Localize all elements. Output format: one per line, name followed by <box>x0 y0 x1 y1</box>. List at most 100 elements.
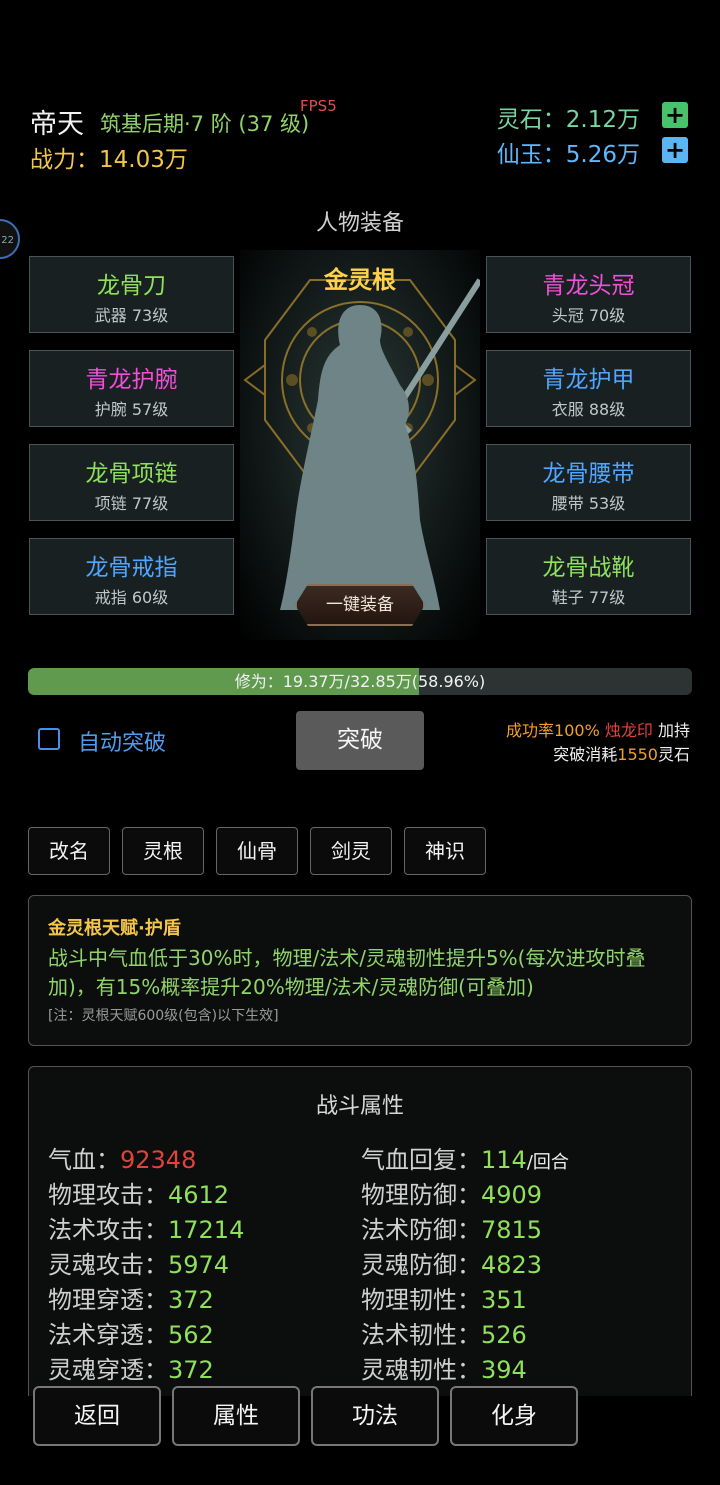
equipment-title: 人物装备 <box>315 211 404 236</box>
fps-counter: FPS5 <box>300 97 337 115</box>
stat-value: 4612 <box>168 1181 230 1209</box>
equip-slot-weapon[interactable]: 龙骨刀 武器 73级 <box>29 256 234 333</box>
equip-level: 武器 73级 <box>94 306 169 325</box>
spirit-stone-value: 2.12万 <box>565 107 640 133</box>
equip-name: 青龙护甲 <box>542 367 635 393</box>
spirit-stone-currency: 灵石：2.12万 <box>497 100 640 134</box>
stat-value: 372 <box>168 1356 214 1384</box>
jade-currency: 仙玉：5.26万 <box>497 135 640 169</box>
stat-value: 7815 <box>481 1216 543 1244</box>
stat-label: 灵魂穿透： <box>48 1356 168 1384</box>
back-button[interactable]: 返回 <box>33 1386 161 1446</box>
character-stage <box>240 250 480 640</box>
equip-level: 戒指 60级 <box>94 588 169 607</box>
equip-level: 腰带 53级 <box>551 494 626 513</box>
combat-power: 战力：14.03万 <box>30 140 188 174</box>
combat-power-value: 14.03万 <box>99 147 188 173</box>
cost-prefix: 突破消耗 <box>553 745 618 764</box>
jade-label: 仙玉： <box>496 142 566 168</box>
stat-magic-pen: 法术穿透：562 <box>48 1315 214 1350</box>
equip-name: 龙骨戒指 <box>85 555 178 581</box>
talent-panel: 金灵根天赋·护盾 战斗中气血低于30%时，物理/法术/灵魂韧性提升5%(每次进攻… <box>28 895 692 1046</box>
breakthrough-cost-text: 突破消耗1550灵石 <box>553 741 690 765</box>
stat-hp-regen: 气血回复：114/回合 <box>361 1140 569 1175</box>
equip-name: 龙骨项链 <box>85 461 178 487</box>
equip-name: 龙骨腰带 <box>542 461 635 487</box>
player-name: 帝天 <box>30 109 84 140</box>
equip-name: 青龙头冠 <box>542 273 635 299</box>
auto-breakthrough-label[interactable]: 自动突破 <box>78 725 166 757</box>
talent-note: [注：灵根天赋600级(包含)以下生效] <box>48 1008 279 1024</box>
stat-soul-pen: 灵魂穿透：372 <box>48 1350 214 1385</box>
equip-slot-armor[interactable]: 青龙护甲 衣服 88级 <box>486 350 691 427</box>
stat-label: 法术防御： <box>361 1216 481 1244</box>
equip-name: 龙骨战靴 <box>542 555 635 581</box>
stat-label: 灵魂韧性： <box>361 1356 481 1384</box>
realm-level: 筑基后期·7 阶 (37 级) <box>100 112 310 136</box>
equip-level: 护腕 57级 <box>94 400 169 419</box>
stat-label: 灵魂攻击： <box>48 1251 168 1279</box>
stat-value: 4909 <box>481 1181 543 1209</box>
stat-label: 物理穿透： <box>48 1286 168 1314</box>
add-jade-button[interactable]: + <box>662 137 688 163</box>
stat-value: 5974 <box>168 1251 230 1279</box>
talent-description: 战斗中气血低于30%时，物理/法术/灵魂韧性提升5%(每次进攻时叠加)，有15%… <box>48 946 646 999</box>
stat-hp: 气血：92348 <box>48 1140 196 1175</box>
one-click-equip-button[interactable]: 一键装备 <box>295 584 425 626</box>
equip-slot-boots[interactable]: 龙骨战靴 鞋子 77级 <box>486 538 691 615</box>
stat-value: 17214 <box>168 1216 245 1244</box>
stat-value: 114 <box>481 1146 527 1174</box>
stat-label: 法术穿透： <box>48 1321 168 1349</box>
equip-level: 项链 77级 <box>94 494 169 513</box>
jade-value: 5.26万 <box>565 142 640 168</box>
stat-label: 法术攻击： <box>48 1216 168 1244</box>
spirit-stone-label: 灵石： <box>496 107 566 133</box>
stat-soul-def: 灵魂防御：4823 <box>361 1245 542 1280</box>
equip-slot-bracer[interactable]: 青龙护腕 护腕 57级 <box>29 350 234 427</box>
combat-stats-title: 战斗属性 <box>315 1094 404 1119</box>
stat-value: 526 <box>481 1321 527 1349</box>
breakthrough-button[interactable]: 突破 <box>296 711 424 770</box>
stat-label: 气血： <box>48 1146 120 1174</box>
stat-label: 灵魂防御： <box>361 1251 481 1279</box>
tab-rename[interactable]: 改名 <box>28 827 110 875</box>
equip-level: 鞋子 77级 <box>551 588 626 607</box>
cost-unit: 灵石 <box>657 745 690 764</box>
equip-level: 衣服 88级 <box>551 400 626 419</box>
rate-bonus-item: 烛龙印 <box>604 721 653 740</box>
avatar-button[interactable]: 化身 <box>450 1386 578 1446</box>
success-rate-text: 成功率100% 烛龙印 加持 <box>506 717 690 741</box>
stat-magic-def: 法术防御：7815 <box>361 1210 542 1245</box>
stat-value: 372 <box>168 1286 214 1314</box>
stat-phys-tough: 物理韧性：351 <box>361 1280 527 1315</box>
add-spirit-stone-button[interactable]: + <box>662 102 688 128</box>
tab-spirit-root[interactable]: 灵根 <box>122 827 204 875</box>
rate-suffix: 加持 <box>657 721 690 740</box>
stat-value: 562 <box>168 1321 214 1349</box>
stat-value: 394 <box>481 1356 527 1384</box>
auto-breakthrough-checkbox[interactable] <box>38 728 60 750</box>
stat-label: 气血回复： <box>361 1146 481 1174</box>
equip-name: 龙骨刀 <box>97 273 166 299</box>
character-silhouette-icon <box>243 278 480 610</box>
stat-label: 法术韧性： <box>361 1321 481 1349</box>
equip-slot-helmet[interactable]: 青龙头冠 头冠 70级 <box>486 256 691 333</box>
equip-slot-necklace[interactable]: 龙骨项链 项链 77级 <box>29 444 234 521</box>
stat-phys-atk: 物理攻击：4612 <box>48 1175 229 1210</box>
tab-sword-spirit[interactable]: 剑灵 <box>310 827 392 875</box>
equip-slot-belt[interactable]: 龙骨腰带 腰带 53级 <box>486 444 691 521</box>
stat-label: 物理防御： <box>361 1181 481 1209</box>
stat-unit: /回合 <box>526 1152 569 1173</box>
cost-value: 1550 <box>617 745 658 764</box>
combat-power-label: 战力： <box>30 147 99 173</box>
tab-immortal-bone[interactable]: 仙骨 <box>216 827 298 875</box>
success-rate: 成功率100% <box>506 721 600 740</box>
stat-value: 92348 <box>120 1146 197 1174</box>
techniques-button[interactable]: 功法 <box>311 1386 439 1446</box>
cultivation-progress-bar: 修为：19.37万/32.85万(58.96%) <box>28 668 692 695</box>
talent-title: 金灵根天赋·护盾 <box>48 918 181 939</box>
equip-slot-ring[interactable]: 龙骨戒指 戒指 60级 <box>29 538 234 615</box>
tab-divine-sense[interactable]: 神识 <box>404 827 486 875</box>
attributes-button[interactable]: 属性 <box>172 1386 300 1446</box>
stat-magic-atk: 法术攻击：17214 <box>48 1210 244 1245</box>
